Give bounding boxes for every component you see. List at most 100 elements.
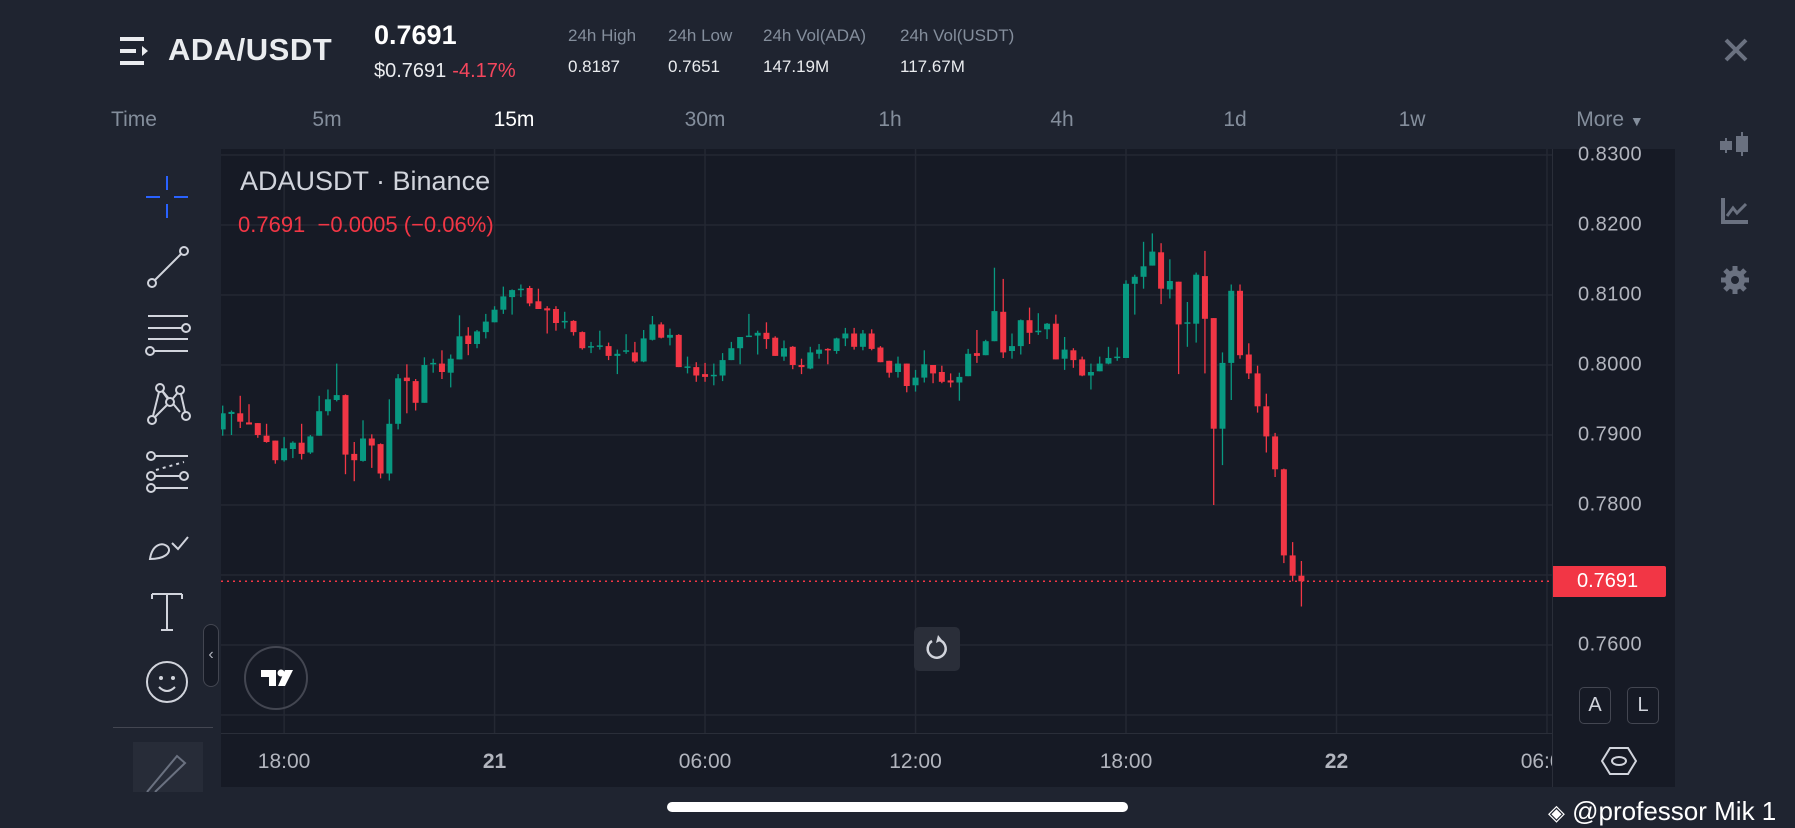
candle-body-up (588, 346, 595, 348)
tab-1w[interactable]: 1w (1399, 108, 1426, 132)
pair-title[interactable]: ADA/USDT (168, 32, 332, 68)
close-icon[interactable] (1720, 34, 1752, 66)
tab-30m[interactable]: 30m (685, 108, 726, 132)
candle-body-down (368, 438, 375, 446)
home-indicator[interactable] (667, 802, 1128, 812)
price-tick-label: 0.8100 (1578, 283, 1643, 306)
candle-body-up (842, 333, 849, 339)
candle-body-up (221, 413, 226, 430)
candle-body-down (1026, 320, 1033, 333)
settings-gear-icon[interactable] (1718, 263, 1752, 297)
candle-body-up (1096, 363, 1103, 372)
candle-body-down (851, 333, 858, 347)
brush-icon[interactable] (142, 515, 192, 565)
candle-body-up (289, 442, 296, 449)
auto-scale-button[interactable]: A (1579, 687, 1611, 724)
binance-logo-icon: ◈ (1548, 800, 1565, 825)
current-price-label: 0.7691 (1553, 566, 1666, 598)
candle-body-down (342, 395, 349, 455)
caret-down-icon: ▼ (1629, 113, 1644, 129)
change-percent: -4.17% (452, 60, 516, 82)
usd-price: $0.7691 (374, 60, 447, 82)
candle-body-down (1298, 575, 1305, 582)
candle-body-down (824, 348, 831, 351)
candle-body-down (1237, 290, 1244, 356)
log-scale-button[interactable]: L (1627, 687, 1659, 724)
candle-body-up (500, 296, 507, 310)
drawing-toolbar (113, 149, 221, 792)
ruler-icon[interactable] (133, 742, 203, 792)
candle-body-down (579, 332, 586, 349)
time-axis[interactable]: 18:00 21 06:00 12:00 18:00 22 06:00 (221, 733, 1552, 787)
emoji-icon[interactable] (142, 657, 192, 707)
price-tick-label: 0.8300 (1578, 143, 1643, 166)
candle-body-down (1070, 350, 1077, 361)
candle-body-down (544, 308, 551, 311)
chart-price-change: 0.7691 −0.0005 (−0.06%) (238, 212, 494, 237)
candle-body-up (1105, 358, 1112, 364)
menu-icon[interactable] (120, 37, 152, 65)
tab-15m[interactable]: 15m (494, 108, 535, 132)
candle-type-icon[interactable] (1718, 128, 1752, 162)
candle-body-down (693, 367, 700, 376)
candle-body-up (1219, 362, 1226, 429)
candle-body-down (351, 453, 358, 461)
chart-panel[interactable] (221, 149, 1675, 787)
stat-label-high: 24h High (568, 26, 637, 45)
candle-body-down (298, 442, 305, 454)
candle-body-up (1035, 330, 1042, 333)
candle-body-up (1061, 349, 1068, 359)
candle-body-up (780, 348, 787, 357)
candle-body-down (465, 335, 472, 344)
candle-body-down (938, 372, 945, 382)
visibility-settings-icon[interactable] (1601, 745, 1637, 777)
more-dropdown[interactable]: More ▼ (1576, 108, 1644, 132)
candle-body-up (474, 331, 481, 344)
candle-body-up (982, 341, 989, 356)
candle-body-up (859, 333, 866, 347)
candle-body-down (1210, 318, 1217, 429)
candle-body-down (658, 324, 665, 338)
price-axis[interactable]: 0.7600 0.7800 0.7900 0.8000 0.8100 0.8200 0.83… (1552, 144, 1675, 787)
tab-4h[interactable]: 4h (1050, 108, 1073, 132)
time-tick-label: 18:00 (257, 750, 311, 773)
trend-line-icon[interactable] (142, 241, 192, 291)
candle-body-down (1175, 281, 1182, 325)
timeframe-label: Time (111, 108, 157, 131)
time-tick-label: 22 (1324, 750, 1349, 773)
indicators-icon[interactable] (1718, 194, 1752, 228)
candle-body-down (1245, 354, 1252, 374)
candle-body-down (1052, 323, 1059, 360)
candle-body-up (1149, 251, 1156, 266)
collapse-toolbar-button[interactable]: ‹ (203, 624, 219, 687)
chevron-left-icon: ‹ (208, 646, 214, 663)
price-tick-label: 0.8200 (1578, 213, 1643, 236)
reset-icon (926, 635, 947, 659)
stat-value-vol-usdt: 117.67M (900, 57, 965, 76)
price-tick-label: 0.7800 (1578, 493, 1643, 516)
crosshair-icon[interactable] (142, 172, 192, 222)
candle-body-up (719, 360, 726, 376)
timeframe-bar: Time 5m 15m 30m 1h 4h 1d 1w More ▼ (0, 108, 1680, 140)
candle-body-up (1228, 290, 1235, 363)
candle-body-up (596, 345, 603, 347)
chart-symbol-title: ADAUSDT · Binance (240, 166, 491, 196)
candle-body-up (1087, 372, 1094, 376)
fibonacci-icon[interactable] (142, 448, 192, 498)
price-tick-label: 0.7900 (1578, 423, 1643, 446)
tab-1h[interactable]: 1h (878, 108, 901, 132)
tab-1d[interactable]: 1d (1223, 108, 1246, 132)
stat-value-high: 0.8187 (568, 57, 620, 76)
candle-body-down (438, 363, 445, 372)
candle-body-up (333, 395, 340, 400)
candle-body-down (763, 332, 770, 340)
candle-body-up (360, 438, 367, 461)
tradingview-logo[interactable] (244, 646, 308, 710)
horizontal-lines-icon[interactable] (142, 308, 192, 358)
tab-5m[interactable]: 5m (312, 108, 341, 132)
reset-chart-button[interactable] (914, 627, 960, 671)
pattern-icon[interactable] (142, 378, 192, 428)
candle-body-down (412, 381, 419, 403)
toolbar-divider (113, 727, 213, 728)
text-tool-icon[interactable] (142, 586, 192, 636)
